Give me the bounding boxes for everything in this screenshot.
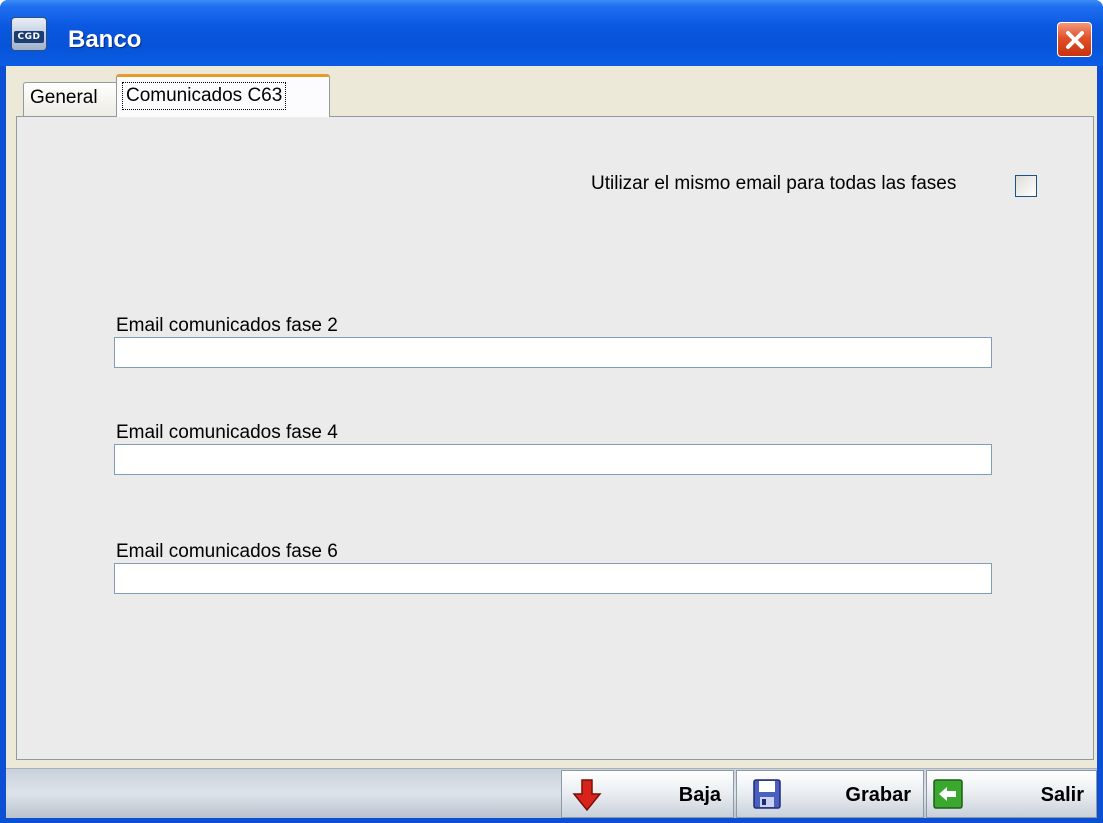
grabar-button[interactable]: Grabar bbox=[736, 770, 924, 818]
title-bar[interactable]: CGD Banco bbox=[0, 0, 1103, 66]
same-email-label: Utilizar el mismo email para todas las f… bbox=[591, 173, 957, 194]
grabar-label: Grabar bbox=[845, 784, 911, 806]
email-fase-6-input[interactable] bbox=[114, 563, 992, 594]
salir-button[interactable]: Salir bbox=[926, 770, 1097, 818]
floppy-disk-icon bbox=[753, 779, 781, 809]
baja-button[interactable]: Baja bbox=[561, 770, 734, 818]
email-fase-2-input[interactable] bbox=[114, 337, 992, 368]
tab-general-label: General bbox=[30, 87, 98, 108]
salir-label: Salir bbox=[1040, 784, 1084, 806]
arrow-down-icon bbox=[572, 779, 602, 811]
tab-comunicados-c63-label: Comunicados C63 bbox=[122, 82, 287, 110]
baja-label: Baja bbox=[678, 784, 721, 806]
email-fase-4-input[interactable] bbox=[114, 444, 992, 475]
window-title: Banco bbox=[68, 26, 142, 53]
app-icon-text: CGD bbox=[14, 31, 44, 43]
email-fase-4-label: Email comunicados fase 4 bbox=[116, 422, 338, 443]
email-fase-6-label: Email comunicados fase 6 bbox=[116, 541, 338, 562]
bank-app-icon: CGD bbox=[11, 17, 47, 51]
close-icon bbox=[1066, 31, 1084, 49]
close-button[interactable] bbox=[1057, 22, 1092, 57]
exit-icon bbox=[933, 779, 963, 809]
tab-general[interactable]: General bbox=[23, 82, 123, 116]
email-fase-2-label: Email comunicados fase 2 bbox=[116, 315, 338, 336]
tab-comunicados-c63[interactable]: Comunicados C63 bbox=[116, 74, 330, 117]
same-email-checkbox[interactable] bbox=[1015, 175, 1037, 197]
